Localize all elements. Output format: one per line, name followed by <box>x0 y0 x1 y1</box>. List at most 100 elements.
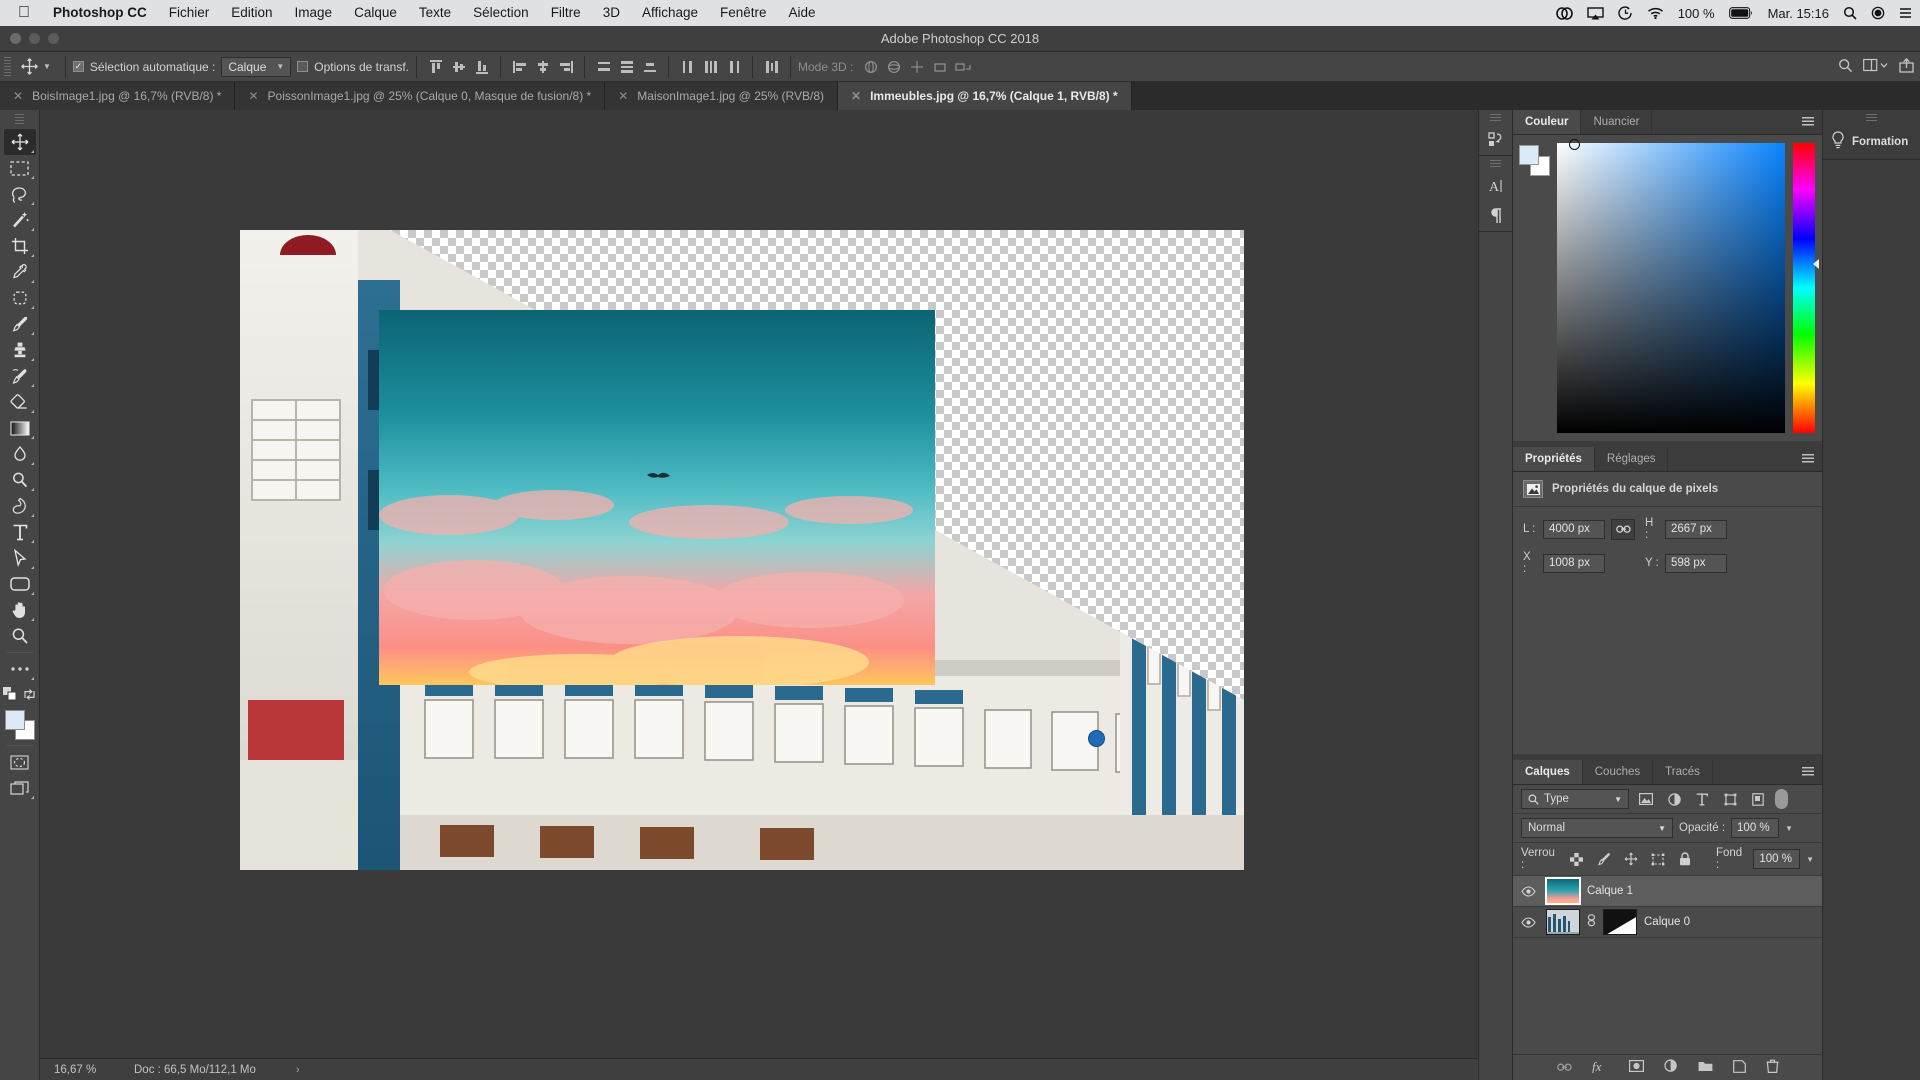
lock-image-pixels-icon[interactable] <box>1593 849 1614 869</box>
layer-filter-type-dropdown[interactable]: Type ▼ <box>1521 789 1629 809</box>
close-icon[interactable]: ✕ <box>618 89 628 103</box>
layer-name[interactable]: Calque 1 <box>1587 885 1633 897</box>
align-horizontal-centers-icon[interactable] <box>531 56 554 78</box>
airplay-icon[interactable] <box>1586 6 1604 20</box>
notification-center-icon[interactable] <box>1899 6 1912 20</box>
menu-image[interactable]: Image <box>284 0 344 26</box>
menu-texte[interactable]: Texte <box>408 0 462 26</box>
auto-select-dropdown[interactable]: Calque ▼ <box>221 56 292 77</box>
pan-3d-icon[interactable] <box>905 56 928 78</box>
link-icon[interactable] <box>1611 518 1635 540</box>
distribute-spacing-icon[interactable] <box>760 56 783 78</box>
options-bar-grip[interactable] <box>4 56 11 77</box>
lock-artboard-icon[interactable] <box>1648 849 1669 869</box>
crop-tool[interactable] <box>4 233 36 259</box>
menu-filtre[interactable]: Filtre <box>540 0 592 26</box>
quick-mask-icon[interactable] <box>4 749 36 775</box>
menu-selection[interactable]: Sélection <box>462 0 540 26</box>
layer-visibility-toggle[interactable] <box>1517 885 1539 897</box>
status-bar-chevron-icon[interactable]: › <box>296 1064 300 1076</box>
smartobject-filter-icon[interactable] <box>1747 789 1769 809</box>
hue-slider-marker[interactable] <box>1813 259 1819 269</box>
close-icon[interactable]: ✕ <box>13 89 23 103</box>
zoom-button[interactable] <box>48 33 59 44</box>
menu-aide[interactable]: Aide <box>778 0 827 26</box>
tab-couches[interactable]: Couches <box>1582 760 1654 784</box>
magic-wand-tool[interactable] <box>4 207 36 233</box>
share-icon[interactable] <box>1899 57 1914 76</box>
clone-stamp-tool[interactable] <box>4 337 36 363</box>
search-icon[interactable] <box>1838 58 1853 76</box>
paragraph-panel-icon[interactable] <box>1479 201 1513 231</box>
canvas-area[interactable]: 16,67 % Doc : 66,5 Mo/112,1 Mo › <box>40 110 1478 1080</box>
formation-grip[interactable] <box>1866 114 1877 122</box>
menu-fichier[interactable]: Fichier <box>158 0 221 26</box>
close-button[interactable] <box>10 33 21 44</box>
apple-menu[interactable]:  <box>10 0 42 26</box>
align-right-edges-icon[interactable] <box>554 56 577 78</box>
scale-3d-icon[interactable] <box>951 56 974 78</box>
auto-select-checkbox[interactable]: ✓ <box>72 61 84 72</box>
roll-3d-icon[interactable] <box>882 56 905 78</box>
delete-layer-icon[interactable] <box>1766 1059 1779 1076</box>
minimize-button[interactable] <box>29 33 40 44</box>
layer-row-calque-1[interactable]: Calque 1 <box>1513 876 1822 907</box>
path-selection-tool[interactable] <box>4 545 36 571</box>
document-tab-poissonimage1[interactable]: ✕ PoissonImage1.jpg @ 25% (Calque 0, Mas… <box>235 82 606 110</box>
distribute-bottom-edges-icon[interactable] <box>638 56 661 78</box>
rail-grip[interactable] <box>1490 160 1501 168</box>
lock-transparent-pixels-icon[interactable] <box>1566 849 1587 869</box>
horizontal-type-tool[interactable] <box>4 519 36 545</box>
time-machine-icon[interactable] <box>1618 6 1633 20</box>
blend-mode-dropdown[interactable]: Normal ▼ <box>1521 818 1673 838</box>
distribute-horizontal-centers-icon[interactable] <box>699 56 722 78</box>
hand-tool[interactable] <box>4 597 36 623</box>
hue-slider[interactable] <box>1793 143 1819 433</box>
lasso-tool[interactable] <box>4 181 36 207</box>
app-menu-photoshop[interactable]: Photoshop CC <box>42 0 158 26</box>
layer-thumbnail[interactable] <box>1545 877 1581 905</box>
default-colors-icon[interactable] <box>3 687 17 704</box>
distribute-top-edges-icon[interactable] <box>592 56 615 78</box>
zoom-tool[interactable] <box>4 623 36 649</box>
character-panel-icon[interactable]: A <box>1479 171 1513 201</box>
move-tool[interactable] <box>3 129 36 155</box>
canvas-vertical-scrollbar[interactable] <box>1465 110 1478 1066</box>
layer-style-icon[interactable]: fx <box>1592 1059 1609 1076</box>
opacity-chevron-icon[interactable]: ▼ <box>1785 824 1793 833</box>
menu-edition[interactable]: Edition <box>220 0 283 26</box>
layer-row-calque-0[interactable]: Calque 0 <box>1513 907 1822 938</box>
menu-affichage[interactable]: Affichage <box>631 0 709 26</box>
transform-handle[interactable] <box>1088 730 1105 747</box>
height-field[interactable]: 2667 px <box>1665 519 1727 539</box>
lock-position-icon[interactable] <box>1620 849 1641 869</box>
workspace-icon[interactable] <box>1863 58 1889 75</box>
rectangular-marquee-tool[interactable] <box>4 155 36 181</box>
blur-tool[interactable] <box>4 441 36 467</box>
layer-comps-icon[interactable] <box>1479 125 1513 155</box>
shape-filter-icon[interactable] <box>1719 789 1741 809</box>
panel-menu-icon[interactable] <box>1802 767 1814 777</box>
layer-name[interactable]: Calque 0 <box>1644 916 1690 928</box>
eyedropper-tool[interactable] <box>4 259 36 285</box>
fill-chevron-icon[interactable]: ▼ <box>1806 855 1814 864</box>
swap-colors-icon[interactable] <box>23 688 36 704</box>
distribute-left-edges-icon[interactable] <box>676 56 699 78</box>
distribute-vertical-centers-icon[interactable] <box>615 56 638 78</box>
lock-all-icon[interactable] <box>1675 849 1696 869</box>
mac-clock[interactable]: Mar. 15:16 <box>1768 6 1829 21</box>
filter-toggle[interactable] <box>1775 789 1788 809</box>
y-field[interactable]: 598 px <box>1665 553 1727 573</box>
document-tab-maisonimage1[interactable]: ✕ MaisonImage1.jpg @ 25% (RVB/8) <box>605 82 838 110</box>
color-panel-swatches[interactable] <box>1519 145 1550 176</box>
close-icon[interactable]: ✕ <box>248 89 258 103</box>
menu-3d[interactable]: 3D <box>592 0 631 26</box>
new-layer-icon[interactable] <box>1732 1059 1746 1076</box>
artboard[interactable] <box>240 230 1244 870</box>
tab-couleur[interactable]: Couleur <box>1513 110 1582 134</box>
wifi-icon[interactable] <box>1647 7 1664 19</box>
type-filter-icon[interactable] <box>1691 789 1713 809</box>
layer-1-sky-image[interactable] <box>379 310 1105 747</box>
document-tab-boisimage1[interactable]: ✕ BoisImage1.jpg @ 16,7% (RVB/8) * <box>0 82 236 110</box>
menu-calque[interactable]: Calque <box>343 0 408 26</box>
